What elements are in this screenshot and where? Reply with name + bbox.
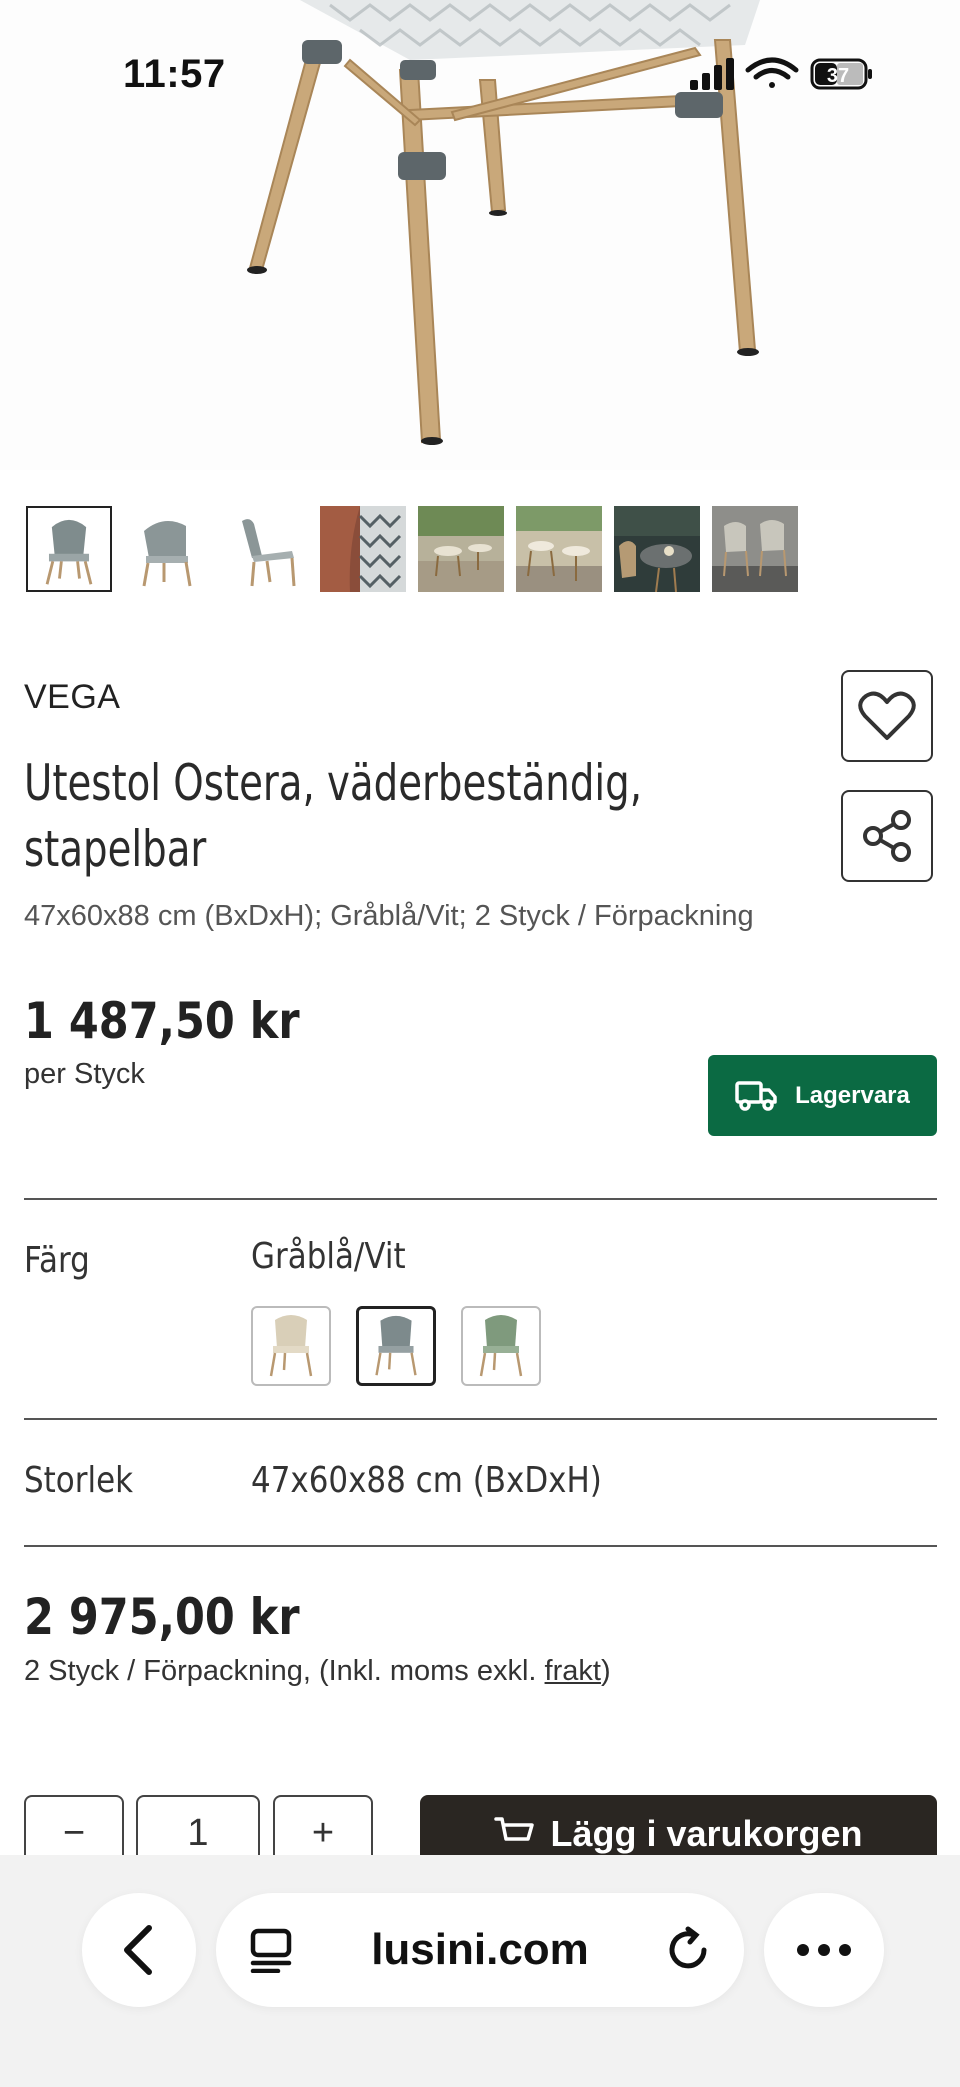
color-swatch-beige[interactable]	[251, 1306, 331, 1386]
thumbnail-4[interactable]	[320, 506, 406, 592]
unit-price: 1 487,50 kr	[24, 992, 300, 1050]
more-button[interactable]	[764, 1893, 884, 2007]
cart-icon	[494, 1817, 535, 1841]
share-button[interactable]	[841, 790, 933, 882]
package-note: 2 Styck / Förpackning, (Inkl. moms exkl.…	[24, 1655, 611, 1688]
color-value: Gråblå/Vit	[251, 1236, 406, 1277]
size-value[interactable]: 47x60x88 cm (BxDxH)	[251, 1460, 602, 1501]
battery-icon: 37	[810, 58, 872, 90]
product-title: Utestol Ostera, väderbeständig, stapelba…	[24, 754, 642, 878]
stock-label: Lagervara	[795, 1081, 910, 1109]
url-text[interactable]: lusini.com	[371, 1925, 589, 1975]
address-bar[interactable]: lusini.com	[216, 1893, 744, 2007]
plus-icon: +	[311, 1812, 335, 1854]
thumbnail-7[interactable]	[614, 506, 700, 592]
status-time: 11:57	[123, 52, 226, 96]
thumbnail-3[interactable]	[222, 506, 308, 592]
color-label: Färg	[24, 1240, 90, 1281]
quantity-value: 1	[187, 1812, 209, 1854]
size-label: Storlek	[24, 1460, 134, 1501]
back-button[interactable]	[82, 1893, 196, 2007]
brand-name[interactable]: VEGA	[24, 678, 120, 717]
divider	[24, 1198, 937, 1200]
tabs-icon	[250, 1928, 292, 1973]
product-subtitle: 47x60x88 cm (BxDxH); Gråblå/Vit; 2 Styck…	[24, 900, 754, 932]
package-note-suffix: )	[600, 1655, 611, 1687]
thumbnail-6[interactable]	[516, 506, 602, 592]
status-icons: 37	[690, 56, 880, 92]
signal-icon	[690, 58, 734, 90]
share-icon	[863, 810, 911, 862]
thumbnail-8[interactable]	[712, 506, 798, 592]
add-to-cart-button[interactable]: Lägg i varukorgen	[420, 1795, 937, 1855]
heart-icon	[858, 691, 916, 740]
more-icon	[797, 1944, 851, 1956]
thumbnail-2[interactable]	[124, 506, 210, 592]
color-swatch-greyblue[interactable]	[356, 1306, 436, 1386]
package-price: 2 975,00 kr	[24, 1588, 300, 1646]
truck-icon	[735, 1080, 777, 1111]
price-unit: per Styck	[24, 1058, 145, 1090]
browser-toolbar: lusini.com	[0, 1855, 960, 2087]
stock-badge: Lagervara	[708, 1055, 937, 1136]
wishlist-button[interactable]	[841, 670, 933, 762]
back-icon	[124, 1925, 152, 1975]
divider	[24, 1418, 937, 1420]
thumbnail-strip	[26, 506, 806, 596]
quantity-input[interactable]: 1	[136, 1795, 260, 1855]
package-note-text: 2 Styck / Förpackning, (Inkl. moms exkl.	[24, 1655, 545, 1687]
svg-text:37: 37	[827, 65, 849, 87]
thumbnail-5[interactable]	[418, 506, 504, 592]
wifi-icon	[745, 57, 799, 88]
quantity-increase-button[interactable]: +	[273, 1795, 373, 1855]
add-to-cart-label: Lägg i varukorgen	[550, 1813, 863, 1854]
quantity-decrease-button[interactable]: −	[24, 1795, 124, 1855]
shipping-link[interactable]: frakt	[545, 1655, 601, 1687]
divider	[24, 1545, 937, 1547]
reload-icon	[669, 1926, 707, 1969]
thumbnail-1[interactable]	[26, 506, 112, 592]
color-swatch-green[interactable]	[461, 1306, 541, 1386]
minus-icon: −	[62, 1812, 86, 1854]
